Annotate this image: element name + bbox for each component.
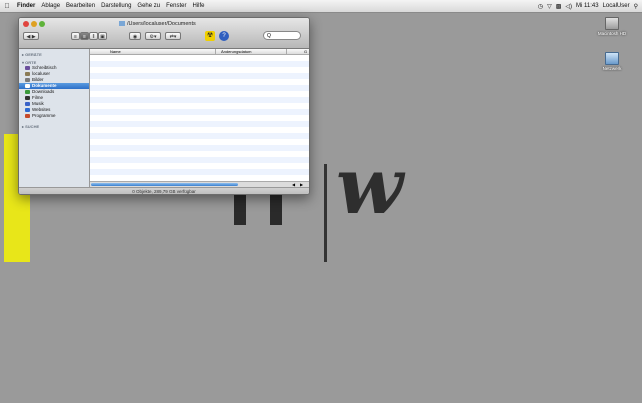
view-icon-button[interactable]: ≡ (71, 32, 80, 40)
desktop-icon-network[interactable]: Netzwerk (582, 52, 642, 71)
volume-icon[interactable]: ◁) (563, 3, 574, 10)
quicklook-button[interactable]: ◉ (129, 32, 141, 40)
menu-finder[interactable]: Finder (14, 3, 38, 9)
column-name[interactable]: Name (110, 49, 121, 54)
back-forward-buttons[interactable]: ◀ ▶ (23, 32, 39, 40)
menu-darstellung[interactable]: Darstellung (98, 3, 134, 9)
downloads-icon (25, 90, 30, 94)
websites-icon (25, 108, 30, 112)
menu-ablage[interactable]: Ablage (38, 3, 63, 9)
column-divider[interactable] (215, 49, 216, 54)
music-icon (25, 102, 30, 106)
wallpaper-logo-h (234, 192, 282, 225)
pictures-icon (25, 78, 30, 82)
section-title: GERÄTE (25, 52, 42, 57)
display-icon[interactable]: ▩ (554, 3, 564, 10)
minimize-button[interactable] (31, 21, 37, 27)
user-menu[interactable]: LocalUser (601, 3, 632, 9)
column-divider[interactable] (286, 49, 287, 54)
arrange-menu-button[interactable]: ⇄▾ (165, 32, 181, 40)
close-button[interactable] (23, 21, 29, 27)
column-extra[interactable]: G (304, 49, 307, 54)
desktop-icon-hard-disk[interactable]: Macintosh HD (582, 17, 642, 36)
sidebar-item-label: Programme (32, 113, 56, 118)
status-bar: 0 Objekte, 289,79 GB verfügbar (19, 187, 309, 194)
home-icon (25, 72, 30, 76)
title-bar[interactable]: /Users/localuser/Documents ◀ ▶ ≡ ≡ ‖ ▣ ◉… (19, 18, 309, 49)
desktop-icon-label: Netzwerk (602, 66, 622, 71)
movies-icon (25, 96, 30, 100)
view-column-button[interactable]: ‖ (89, 32, 98, 40)
sidebar: ▸ GERÄTE ▾ ORTE Schreibtisch localuser B… (19, 49, 90, 194)
wifi-icon[interactable]: ▽ (545, 3, 554, 10)
documents-icon (25, 84, 30, 88)
desktop-icon-label: Macintosh HD (597, 31, 627, 36)
sidebar-section-search[interactable]: ▸ SUCHE (19, 119, 89, 129)
menu-gehe-zu[interactable]: Gehe zu (134, 3, 163, 9)
wallpaper-logo-divider (324, 164, 327, 262)
wallpaper-logo-w: w (336, 141, 404, 232)
search-icon: Q (267, 33, 271, 39)
folder-icon (119, 21, 125, 27)
menu-extras: ◷ ▽ ▩ ◁) Mi 11:43 LocalUser ⚲ (536, 0, 640, 12)
burn-icon[interactable]: ☢ (205, 31, 215, 41)
sidebar-section-devices[interactable]: ▸ GERÄTE (19, 49, 89, 57)
desktop-icon (25, 66, 30, 70)
view-list-button[interactable]: ≡ (80, 32, 89, 40)
help-icon[interactable]: ? (219, 31, 229, 41)
action-menu-button[interactable]: ⚙▾ (145, 32, 161, 40)
clock[interactable]: Mi 11:43 (574, 3, 601, 9)
search-field[interactable]: Q (263, 31, 301, 40)
scrollbar-thumb[interactable] (91, 183, 238, 186)
section-title: SUCHE (25, 124, 40, 129)
applications-icon (25, 114, 30, 118)
column-date[interactable]: Änderungsdatum (221, 49, 251, 54)
file-rows[interactable] (90, 55, 309, 175)
zoom-button[interactable] (39, 21, 45, 27)
network-icon (605, 52, 619, 65)
menu-bar:  Finder Ablage Bearbeiten Darstellung G… (0, 0, 642, 13)
apple-icon[interactable]:  (0, 3, 14, 10)
menu-fenster[interactable]: Fenster (163, 3, 189, 9)
menu-hilfe[interactable]: Hilfe (189, 3, 207, 9)
file-list[interactable]: Name Änderungsdatum G (90, 49, 309, 183)
view-coverflow-button[interactable]: ▣ (98, 32, 107, 40)
finder-window: /Users/localuser/Documents ◀ ▶ ≡ ≡ ‖ ▣ ◉… (18, 17, 310, 195)
spotlight-icon[interactable]: ⚲ (632, 3, 640, 10)
hard-disk-icon (605, 17, 619, 30)
window-title: /Users/localuser/Documents (119, 21, 196, 27)
window-title-text: /Users/localuser/Documents (127, 21, 196, 27)
sidebar-section-places[interactable]: ▾ ORTE (19, 57, 89, 65)
time-machine-icon[interactable]: ◷ (536, 3, 545, 10)
menu-bearbeiten[interactable]: Bearbeiten (63, 3, 98, 9)
